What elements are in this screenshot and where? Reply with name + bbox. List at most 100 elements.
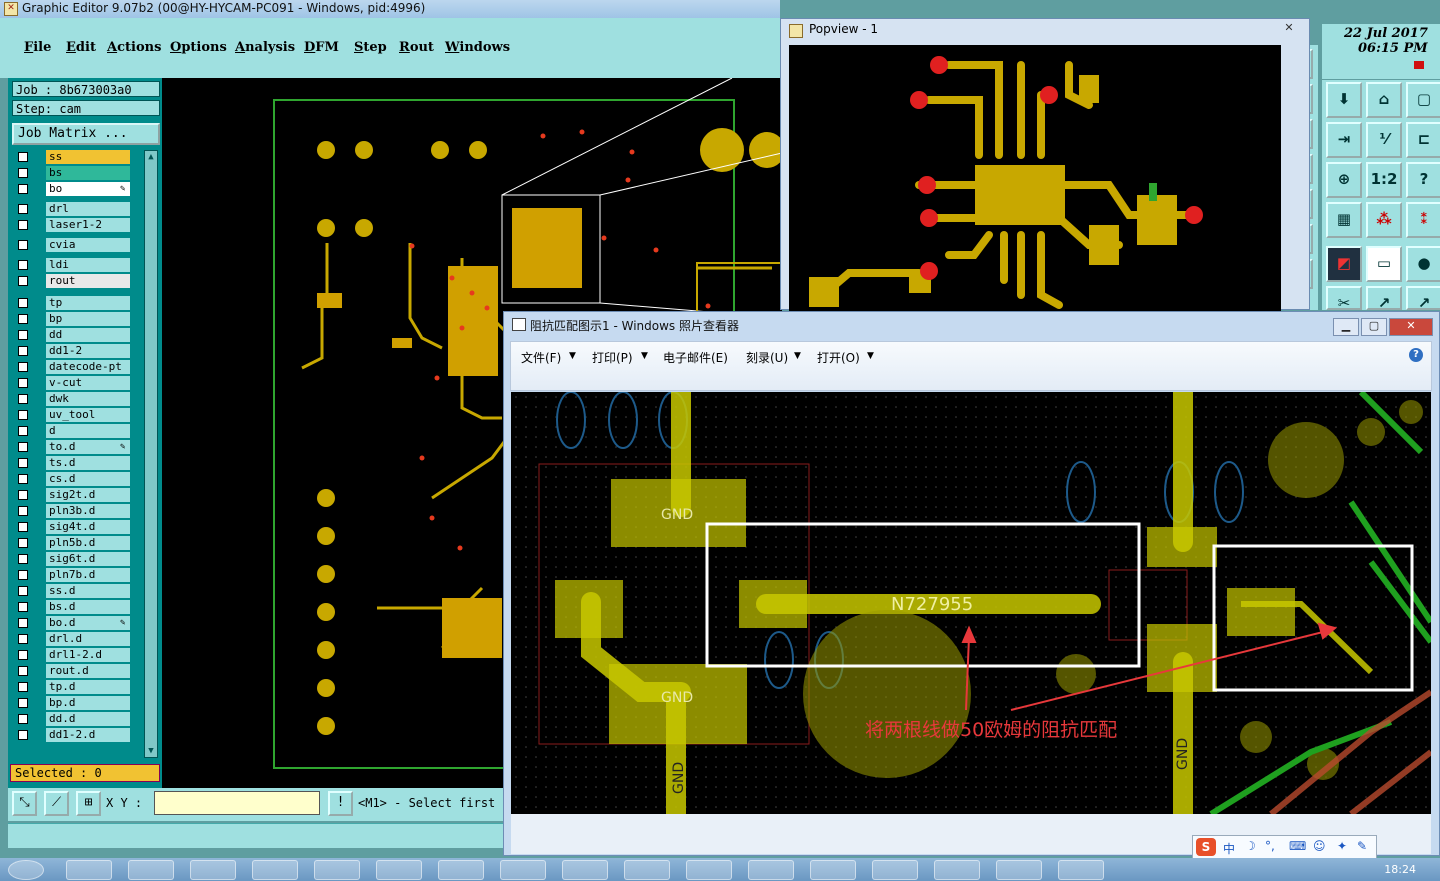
popview-window[interactable]: Popview - 1 ✕ <box>780 18 1310 311</box>
layer-name[interactable]: d <box>46 424 130 438</box>
taskbar-clock[interactable]: 18:24 <box>1384 863 1416 876</box>
wrench-icon[interactable]: ✎ <box>1357 839 1367 853</box>
layer-row[interactable]: bo.d ✎ <box>12 616 140 630</box>
taskbar-app-icon[interactable] <box>686 860 732 880</box>
layer-checkbox[interactable] <box>18 538 28 548</box>
taskbar-app-icon[interactable] <box>438 860 484 880</box>
layer-row[interactable]: drl <box>12 202 140 216</box>
layer-row[interactable]: cvia <box>12 238 140 252</box>
netlist-icon[interactable]: ⁂ <box>1366 202 1402 238</box>
pad-icon[interactable]: ● <box>1406 246 1440 282</box>
close-icon[interactable]: ✕ <box>1279 20 1299 36</box>
layer-row[interactable]: dd1-2.d <box>12 728 140 742</box>
layer-checkbox[interactable] <box>18 522 28 532</box>
ruler-icon[interactable]: ▭ <box>1366 246 1402 282</box>
layer-row[interactable]: dd.d <box>12 712 140 726</box>
layer-row[interactable]: dd <box>12 328 140 342</box>
layer-name[interactable]: rout.d <box>46 664 130 678</box>
layer-row[interactable]: tp.d <box>12 680 140 694</box>
layer-checkbox[interactable] <box>18 314 28 324</box>
close-icon[interactable]: ✕ <box>1389 318 1433 336</box>
layer-name[interactable]: ldi <box>46 258 130 272</box>
layer-checkbox[interactable] <box>18 260 28 270</box>
edit-layer-icon[interactable]: ✎ <box>120 184 125 194</box>
scale-icon[interactable]: 1:2 <box>1366 162 1402 198</box>
layer-name[interactable]: drl1-2.d <box>46 648 130 662</box>
menu-step[interactable]: Step <box>354 40 387 55</box>
taskbar-app-icon[interactable] <box>934 860 980 880</box>
chevron-down-icon[interactable]: ▼ <box>641 351 648 361</box>
job-matrix-button[interactable]: Job Matrix ... <box>12 123 160 145</box>
layer-name[interactable]: dd <box>46 328 130 342</box>
save-view-icon[interactable]: ⬇ <box>1326 82 1362 118</box>
layer-row[interactable]: v-cut <box>12 376 140 390</box>
zoom-icon[interactable]: ⤡ <box>12 791 37 816</box>
menu-edit[interactable]: Edit <box>66 40 96 55</box>
layer-row[interactable]: sig6t.d <box>12 552 140 566</box>
grid-view-icon[interactable]: ▦ <box>1326 202 1362 238</box>
layer-checkbox[interactable] <box>18 730 28 740</box>
ratio-icon[interactable]: ⅟ <box>1366 122 1402 158</box>
layer-checkbox[interactable] <box>18 714 28 724</box>
taskbar-app-icon[interactable] <box>314 860 360 880</box>
maximize-icon[interactable]: ▢ <box>1361 318 1387 336</box>
layer-checkbox[interactable] <box>18 666 28 676</box>
layer-row[interactable]: tp <box>12 296 140 310</box>
center-icon[interactable]: ⊕ <box>1326 162 1362 198</box>
draw-line-icon[interactable]: ◩ <box>1326 246 1362 282</box>
taskbar-app-icon[interactable] <box>190 860 236 880</box>
layer-row[interactable]: uv_tool <box>12 408 140 422</box>
alert-icon[interactable]: ! <box>328 791 353 816</box>
layer-name[interactable]: drl <box>46 202 130 216</box>
scroll-up-icon[interactable]: ▲ <box>146 152 156 162</box>
layer-row[interactable]: sig2t.d <box>12 488 140 502</box>
layer-row[interactable]: rout.d <box>12 664 140 678</box>
layer-checkbox[interactable] <box>18 698 28 708</box>
help-icon[interactable]: ? <box>1406 162 1440 198</box>
menu-dfm[interactable]: DFM <box>304 40 339 55</box>
taskbar-app-icon[interactable] <box>376 860 422 880</box>
taskbar-app-icon[interactable] <box>810 860 856 880</box>
minimize-icon[interactable]: ▁ <box>1333 318 1359 336</box>
home-icon[interactable]: ⌂ <box>1366 82 1402 118</box>
menu-email[interactable]: 电子邮件(E) <box>663 349 728 366</box>
layer-name[interactable]: uv_tool <box>46 408 130 422</box>
layer-row[interactable]: pln7b.d <box>12 568 140 582</box>
layer-checkbox[interactable] <box>18 168 28 178</box>
layer-name[interactable]: rout <box>46 274 130 288</box>
layer-name[interactable]: ss.d <box>46 584 130 598</box>
ime-mode-label[interactable]: 中 <box>1223 840 1235 857</box>
route-icon[interactable]: ↗ <box>1366 286 1402 312</box>
taskbar-app-icon[interactable] <box>996 860 1042 880</box>
window-titlebar[interactable]: ✕ Graphic Editor 9.07b2 (00@HY-HYCAM-PC09… <box>0 0 780 18</box>
taskbar-app-icon[interactable] <box>624 860 670 880</box>
cut-icon[interactable]: ✂ <box>1326 286 1362 312</box>
chevron-down-icon[interactable]: ▼ <box>794 351 801 361</box>
layer-checkbox[interactable] <box>18 276 28 286</box>
layer-name[interactable]: pln3b.d <box>46 504 130 518</box>
layer-name[interactable]: bs <box>46 166 130 180</box>
layer-checkbox[interactable] <box>18 650 28 660</box>
layer-name[interactable]: bo <box>46 182 130 196</box>
layer-checkbox[interactable] <box>18 204 28 214</box>
layer-checkbox[interactable] <box>18 634 28 644</box>
popview-canvas[interactable] <box>789 45 1281 311</box>
menu-file[interactable]: 文件(F) <box>521 349 561 366</box>
menu-options[interactable]: Options <box>170 40 227 55</box>
layer-checkbox[interactable] <box>18 378 28 388</box>
menu-file[interactable]: File <box>24 40 51 55</box>
layer-checkbox[interactable] <box>18 554 28 564</box>
layer-checkbox[interactable] <box>18 506 28 516</box>
layer-checkbox[interactable] <box>18 426 28 436</box>
layer-name[interactable]: ss <box>46 150 130 164</box>
layer-row[interactable]: to.d ✎ <box>12 440 140 454</box>
layer-checkbox[interactable] <box>18 442 28 452</box>
layer-checkbox[interactable] <box>18 220 28 230</box>
command-input[interactable] <box>154 791 320 815</box>
layer-row[interactable]: bo ✎ <box>12 182 140 196</box>
layer-checkbox[interactable] <box>18 394 28 404</box>
edit-layer-icon[interactable]: ✎ <box>120 618 125 628</box>
compare-icon[interactable]: ⁑ <box>1406 202 1440 238</box>
layer-row[interactable]: bp.d <box>12 696 140 710</box>
layer-name[interactable]: dwk <box>46 392 130 406</box>
